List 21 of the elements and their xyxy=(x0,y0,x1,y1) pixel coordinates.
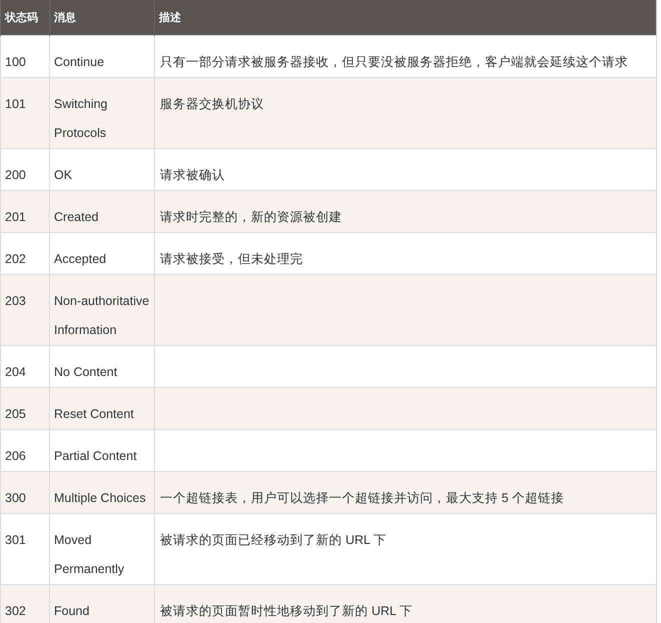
table-cell: Created xyxy=(50,190,154,232)
column-header: 消息 xyxy=(50,0,154,36)
table-cell: 服务器交换机协议 xyxy=(154,78,656,148)
table-cell: 请求时完整的，新的资源被创建 xyxy=(154,190,656,232)
table-cell: 一个超链接表，用户可以选择一个超链接并访问，最大支持 5 个超链接 xyxy=(154,472,656,514)
table-cell: 只有一部分请求被服务器接收，但只要没被服务器拒绝，客户端就会延续这个请求 xyxy=(154,36,656,78)
table-cell: Multiple Choices xyxy=(50,472,154,514)
table-cell: 被请求的页面暂时性地移动到了新的 URL 下 xyxy=(154,584,656,623)
column-header: 状态码 xyxy=(0,0,50,36)
table-cell: Reset Content xyxy=(50,388,154,430)
table-cell: Found xyxy=(50,584,154,623)
table-cell: 302 xyxy=(0,584,50,623)
table-cell: 205 xyxy=(0,388,50,430)
table-cell: Switching Protocols xyxy=(50,78,154,148)
table-cell: 101 xyxy=(0,78,50,148)
table-cell: 300 xyxy=(0,472,50,514)
column-header: 描述 xyxy=(154,0,656,36)
table-cell: 100 xyxy=(0,36,50,78)
table-cell: 201 xyxy=(0,190,50,232)
table-cell: Non-authoritative Information xyxy=(50,274,154,346)
table-cell: 203 xyxy=(0,274,50,346)
